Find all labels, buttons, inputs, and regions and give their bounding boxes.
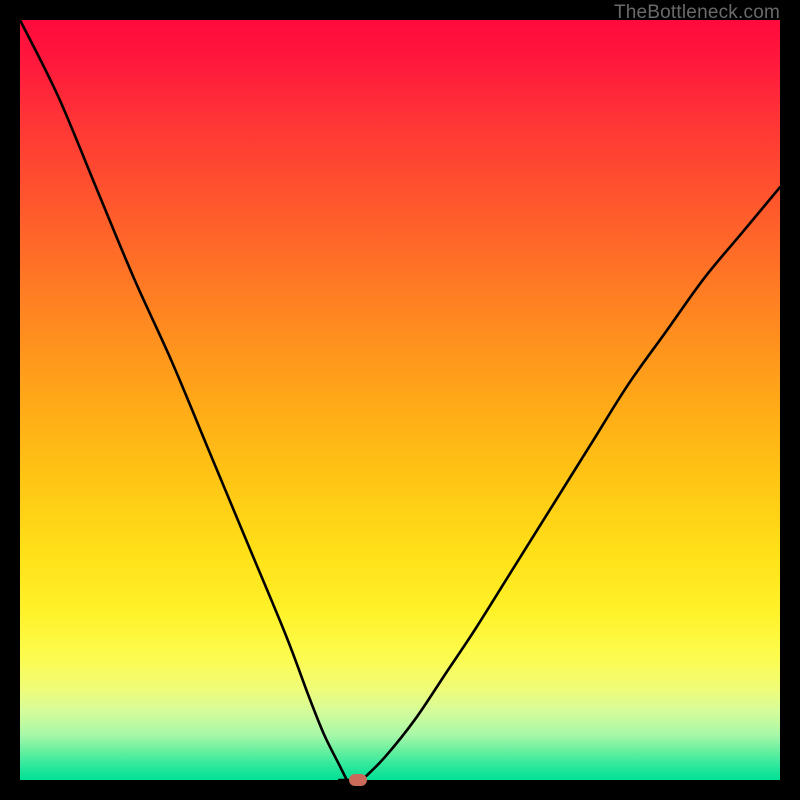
curve-path [20, 20, 780, 780]
bottleneck-curve [20, 20, 780, 780]
plot-area [20, 20, 780, 780]
optimum-marker [349, 774, 367, 786]
chart-frame: TheBottleneck.com [0, 0, 800, 800]
